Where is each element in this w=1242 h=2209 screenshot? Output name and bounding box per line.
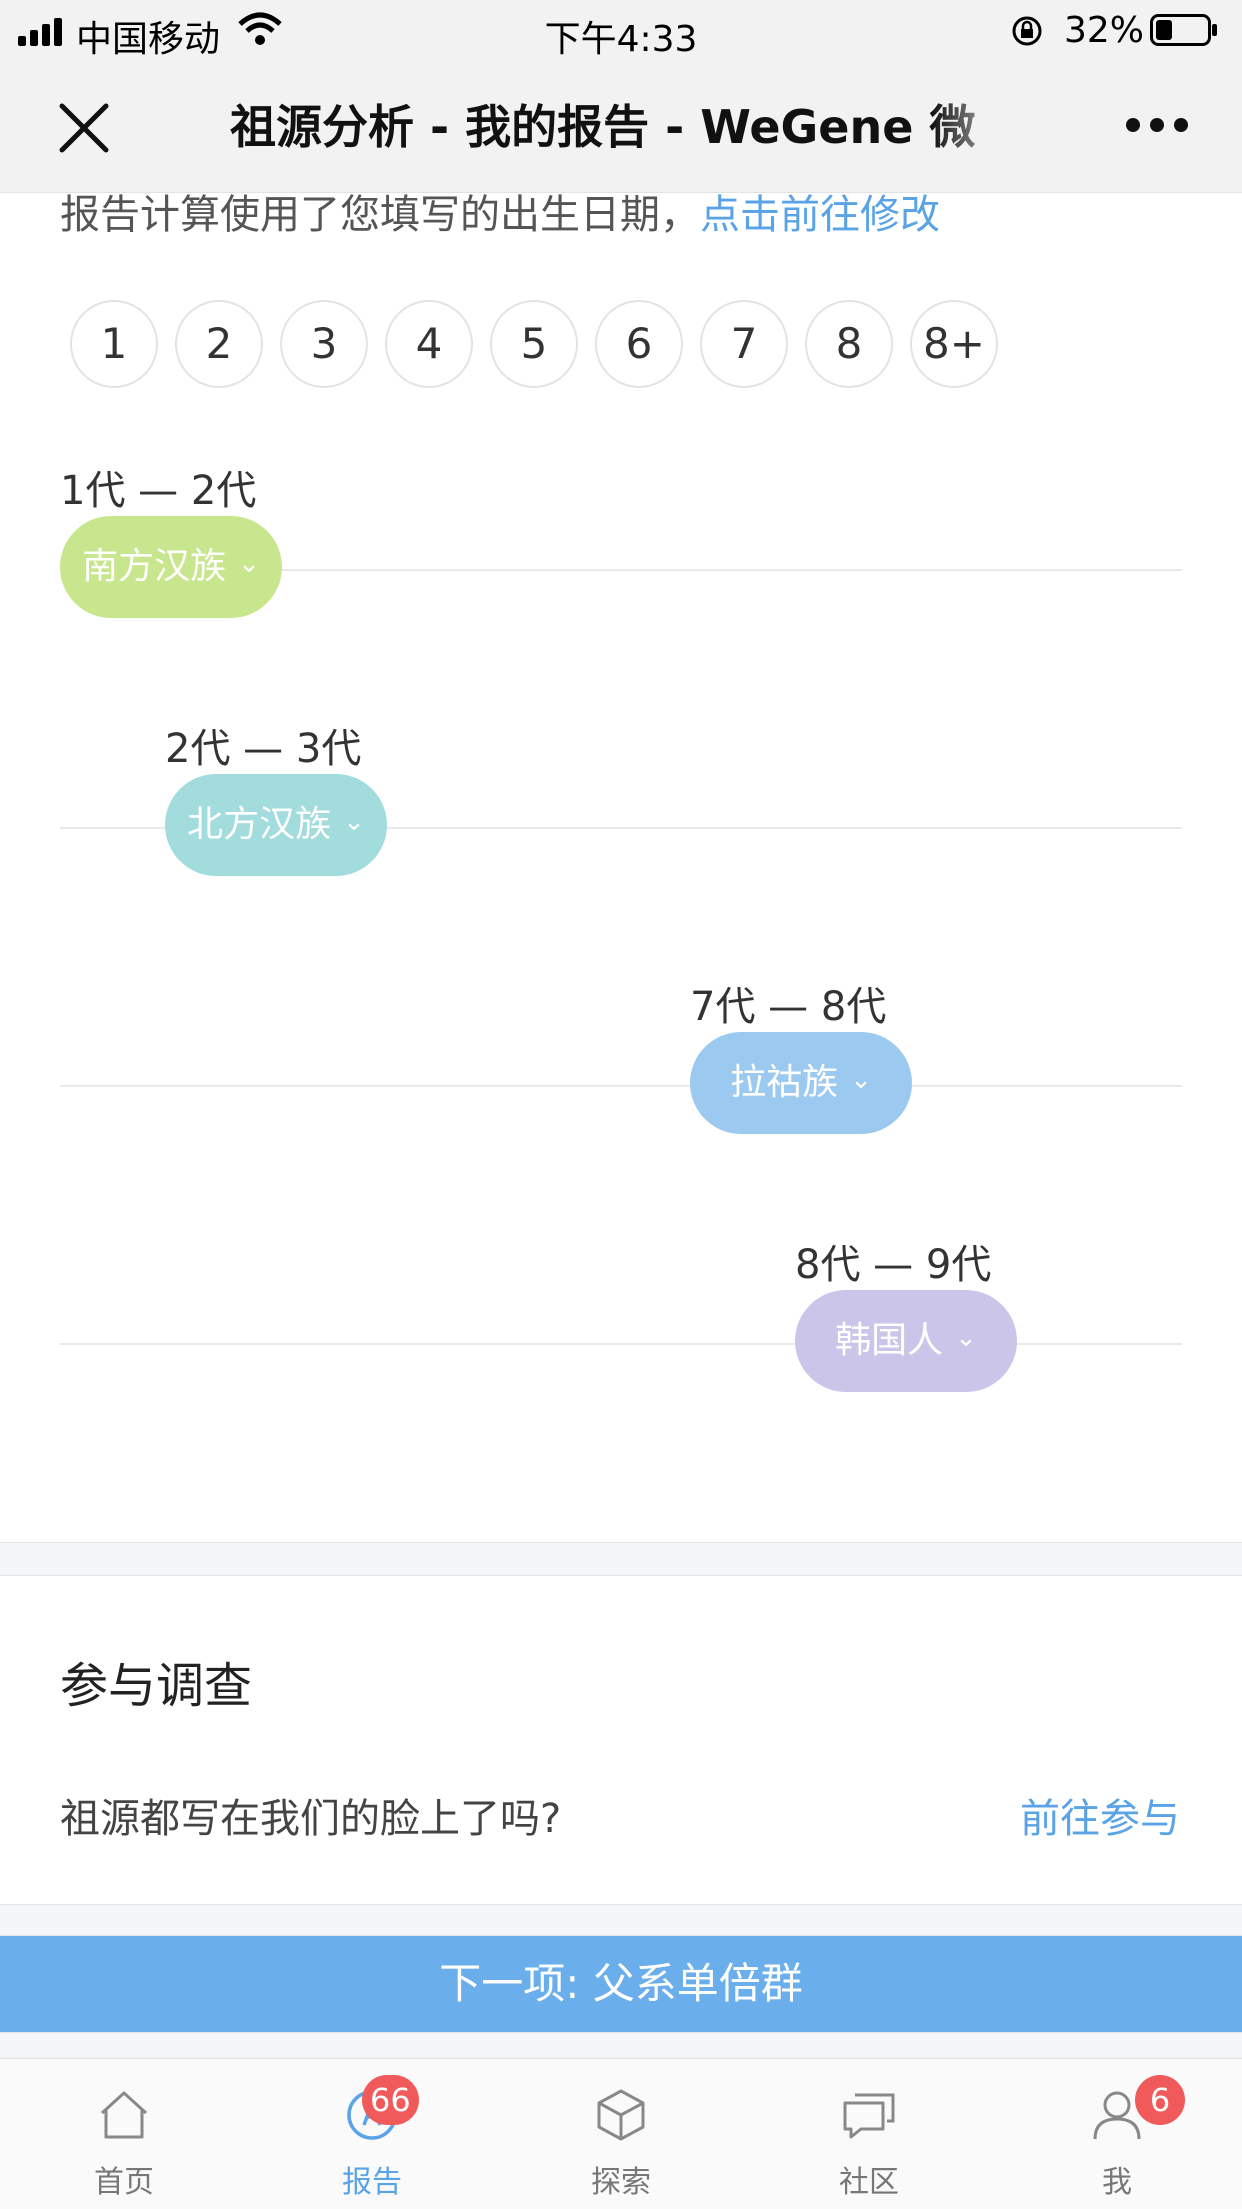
status-bar: 中国移动 下午4:33 32% <box>0 0 1242 62</box>
next-item-button[interactable]: 下一项: 父系单倍群 <box>0 1936 1242 2032</box>
more-icon[interactable] <box>1126 116 1190 138</box>
chevron-down-icon: ⌄ <box>955 1323 977 1353</box>
generation-range: 8代 — 9代 <box>795 1242 992 1288</box>
battery-percent: 32% <box>1064 10 1145 51</box>
ethnicity-pill[interactable]: 南方汉族 ⌄ <box>60 516 282 618</box>
tab-label: 首页 <box>94 2165 154 2200</box>
generation-tab[interactable]: 8 <box>805 300 893 388</box>
survey-question: 祖源都写在我们的脸上了吗? <box>60 1796 562 1842</box>
generation-tab[interactable]: 3 <box>280 300 368 388</box>
section-divider <box>0 1904 1242 1936</box>
chevron-down-icon: ⌄ <box>343 807 365 837</box>
survey-join-link[interactable]: 前往参与 <box>1020 1786 1180 1844</box>
generation-tab[interactable]: 8+ <box>910 300 998 388</box>
generation-tab[interactable]: 5 <box>490 300 578 388</box>
ethnicity-label: 南方汉族 <box>82 546 227 587</box>
cube-icon <box>597 2089 645 2141</box>
ethnicity-label: 韩国人 <box>835 1320 944 1361</box>
tab-label: 探索 <box>591 2165 651 2200</box>
tab-label: 报告 <box>342 2165 402 2200</box>
rotation-lock-icon <box>1012 16 1042 46</box>
timeline-line <box>60 1085 1182 1087</box>
ethnicity-label: 拉祜族 <box>730 1062 839 1103</box>
nav-bar: 祖源分析 - 我的报告 - WeGene 微 <box>0 62 1242 193</box>
generation-range: 7代 — 8代 <box>690 984 887 1030</box>
chat-icon <box>843 2093 895 2139</box>
edit-birthdate-link[interactable]: 点击前往修改 <box>700 192 940 238</box>
generation-tab[interactable]: 1 <box>70 300 158 388</box>
generation-range: 1代 — 2代 <box>60 468 257 514</box>
tab-bar: 首页 66 报告 探索 社区 6 我 <box>0 2058 1242 2209</box>
tab-explore[interactable]: 探索 <box>531 2059 711 2209</box>
tab-me[interactable]: 6 我 <box>1027 2059 1207 2209</box>
home-icon <box>100 2091 148 2139</box>
ethnicity-label: 北方汉族 <box>187 804 332 845</box>
generation-tab[interactable]: 4 <box>385 300 473 388</box>
note-text: 报告计算使用了您填写的出生日期， <box>60 192 700 238</box>
tab-home[interactable]: 首页 <box>34 2059 214 2209</box>
page-title: 祖源分析 - 我的报告 - WeGene 微 <box>230 100 976 154</box>
section-divider <box>0 2032 1242 2058</box>
tab-label: 我 <box>1102 2165 1132 2200</box>
tab-report[interactable]: 66 报告 <box>282 2059 462 2209</box>
ethnicity-pill[interactable]: 韩国人 ⌄ <box>795 1290 1017 1392</box>
generation-tab[interactable]: 7 <box>700 300 788 388</box>
birth-date-note: 报告计算使用了您填写的出生日期，点击前往修改 <box>60 182 940 240</box>
generation-tab[interactable]: 6 <box>595 300 683 388</box>
section-divider <box>0 1542 1242 1576</box>
ethnicity-pill[interactable]: 拉祜族 ⌄ <box>690 1032 912 1134</box>
ethnicity-pill[interactable]: 北方汉族 ⌄ <box>165 774 387 876</box>
survey-title: 参与调查 <box>60 1658 253 1714</box>
tab-label: 社区 <box>839 2165 899 2200</box>
close-icon[interactable] <box>56 100 112 156</box>
tab-community[interactable]: 社区 <box>779 2059 959 2209</box>
battery-icon <box>1150 14 1217 46</box>
clock: 下午4:33 <box>544 19 698 60</box>
me-badge: 6 <box>1135 2075 1185 2125</box>
chevron-down-icon: ⌄ <box>238 549 260 579</box>
generation-range: 2代 — 3代 <box>165 726 362 772</box>
report-badge: 66 <box>362 2075 419 2125</box>
chevron-down-icon: ⌄ <box>850 1065 872 1095</box>
generation-tab[interactable]: 2 <box>175 300 263 388</box>
